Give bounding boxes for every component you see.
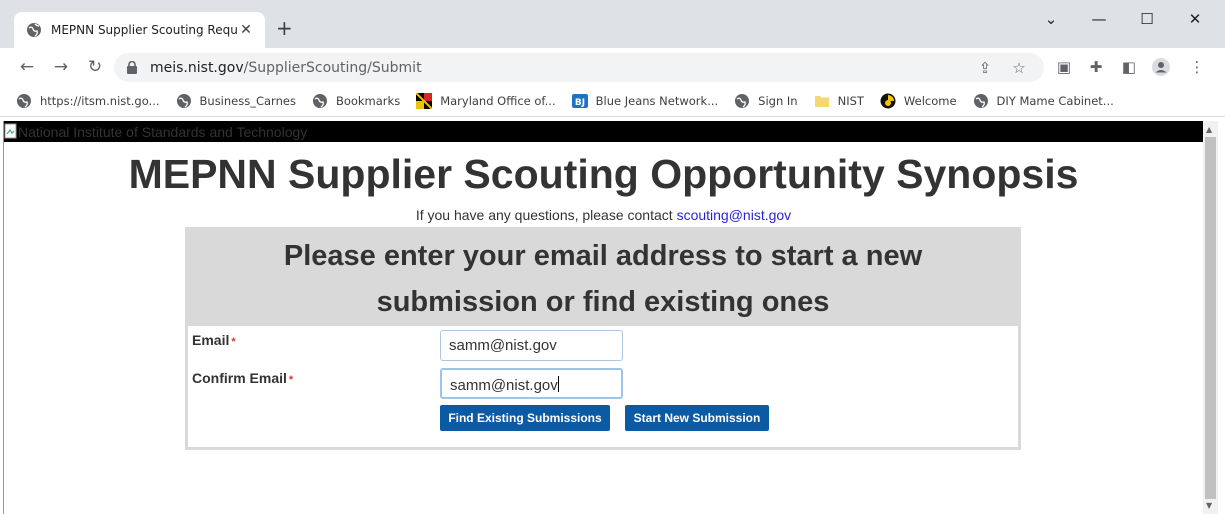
svg-text:BJ: BJ <box>575 98 585 108</box>
required-marker: * <box>231 336 236 348</box>
broken-image-icon <box>4 123 17 139</box>
bookmark-item[interactable]: Bookmarks <box>312 93 400 109</box>
panel-heading: Please enter your email address to start… <box>185 227 1021 326</box>
bookmark-item[interactable]: Sign In <box>734 93 798 109</box>
email-label: Email * <box>192 332 236 348</box>
share-icon[interactable]: ⇪ <box>976 59 994 77</box>
tab-close-icon[interactable]: ✕ <box>237 22 255 38</box>
find-existing-submissions-button[interactable]: Find Existing Submissions <box>440 405 610 431</box>
contact-text: If you have any questions, please contac… <box>415 207 677 223</box>
scroll-up-arrow-icon[interactable]: ▲ <box>1206 125 1212 134</box>
page-title: MEPNN Supplier Scouting Opportunity Syno… <box>128 151 1079 197</box>
bookmark-item[interactable]: DIY Mame Cabinet... <box>973 93 1114 109</box>
globe-icon <box>27 23 41 37</box>
bluejeans-icon: BJ <box>571 94 588 108</box>
address-bar[interactable]: meis.nist.gov/SupplierScouting/Submit ⇪ … <box>114 53 1044 82</box>
globe-icon <box>176 94 191 108</box>
panel-heading-line1: Please enter your email address to start… <box>283 240 923 272</box>
tab-strip: MEPNN Supplier Scouting Reque ✕ + ⌄ — ☐ … <box>0 0 1225 48</box>
extension-app-icon[interactable]: ▣ <box>1055 58 1073 76</box>
confirm-email-label: Confirm Email * <box>192 370 294 386</box>
email-form: Email * samm@nist.gov Confirm Email * samm… <box>185 326 1021 450</box>
nist-logo-alt-text: National Institute of Standards and Tech… <box>18 124 308 140</box>
side-panel-icon[interactable]: ◧ <box>1120 58 1138 76</box>
globe-icon <box>17 94 31 108</box>
bookmark-item[interactable]: Maryland Office of... <box>416 93 556 109</box>
bookmark-item[interactable]: Welcome <box>880 93 957 109</box>
bookmark-folder[interactable]: NIST <box>814 93 864 109</box>
bookmark-star-icon[interactable]: ☆ <box>1010 59 1028 77</box>
menu-kebab-icon[interactable]: ⋮ <box>1188 58 1206 76</box>
url-host: meis.nist.gov <box>150 59 244 76</box>
text-cursor <box>557 376 559 392</box>
contact-email-link[interactable]: scouting@nist.gov <box>677 207 792 223</box>
bookmark-item[interactable]: BJ Blue Jeans Network... <box>571 93 718 109</box>
forward-icon[interactable]: → <box>51 57 71 77</box>
profile-avatar-icon[interactable] <box>1152 58 1170 76</box>
page-viewport: National Institute of Standards and Tech… <box>4 121 1203 514</box>
globe-icon <box>973 94 988 108</box>
new-tab-button[interactable]: + <box>276 18 293 38</box>
lock-icon <box>127 61 137 74</box>
reload-icon[interactable]: ↻ <box>85 57 105 77</box>
email-panel: Please enter your email address to start… <box>185 227 1021 450</box>
nist-header-bar: National Institute of Standards and Tech… <box>4 121 1203 142</box>
welcome-icon <box>880 93 896 109</box>
bookmark-item[interactable]: https://itsm.nist.go... <box>16 93 160 109</box>
email-input[interactable]: samm@nist.gov <box>440 330 623 361</box>
globe-icon <box>312 94 327 108</box>
tab-active[interactable]: MEPNN Supplier Scouting Reque ✕ <box>14 12 265 48</box>
extensions-puzzle-icon[interactable]: ✚ <box>1087 58 1105 76</box>
window-close-icon[interactable]: ✕ <box>1185 10 1205 28</box>
window-right-edge <box>1218 121 1225 514</box>
required-marker: * <box>288 374 294 386</box>
scroll-down-arrow-icon[interactable]: ▼ <box>1206 501 1212 510</box>
back-icon[interactable]: ← <box>17 57 37 77</box>
maryland-flag-icon <box>416 93 433 109</box>
maximize-icon[interactable]: ☐ <box>1137 10 1157 28</box>
bookmark-item[interactable]: Business_Carnes <box>176 93 296 109</box>
globe-icon <box>735 94 750 108</box>
page-scrollbar[interactable]: ▲ ▼ <box>1203 121 1218 514</box>
tab-title: MEPNN Supplier Scouting Reque <box>51 23 237 37</box>
minimize-icon[interactable]: — <box>1089 10 1109 28</box>
contact-line: If you have any questions, please contac… <box>4 207 1203 223</box>
folder-icon <box>814 96 829 107</box>
confirm-email-input[interactable]: samm@nist.gov <box>440 368 623 399</box>
url-path: /SupplierScouting/Submit <box>243 59 422 76</box>
start-new-submission-button[interactable]: Start New Submission <box>625 405 769 431</box>
tab-search-icon[interactable]: ⌄ <box>1041 10 1061 28</box>
panel-heading-line2: submission or find existing ones <box>376 286 830 318</box>
browser-window: MEPNN Supplier Scouting Reque ✕ + ⌄ — ☐ … <box>0 0 1225 514</box>
bookmarks-bar: https://itsm.nist.go... Business_Carnes … <box>0 86 1225 117</box>
scroll-thumb[interactable] <box>1205 137 1216 499</box>
toolbar: ← → ↻ meis.nist.gov/SupplierScouting/Sub… <box>0 48 1225 86</box>
